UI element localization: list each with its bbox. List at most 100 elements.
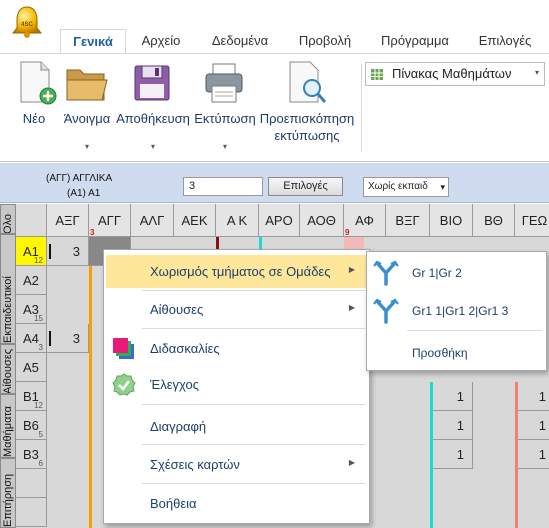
view-combo[interactable]: Πίνακας Μαθημάτων ▾: [365, 62, 545, 86]
open-label: Άνοιγμα: [63, 111, 111, 126]
options-button[interactable]: Επιλογές: [268, 177, 343, 196]
menu-separator: [142, 483, 365, 484]
submenu-arrow-icon: ▶: [348, 458, 355, 467]
ribbon-tab-strip: 4SC Γενικά Αρχείο Δεδομένα Προβολή Πρόγρ…: [0, 0, 549, 54]
lesson-stripe: [89, 266, 92, 528]
lesson-stripe: [430, 382, 433, 528]
column-header[interactable]: ΒΞΓ: [386, 204, 430, 237]
column-header[interactable]: ΒΙΟ: [430, 204, 473, 237]
printer-icon: [205, 63, 243, 103]
tab-view[interactable]: Προβολή: [290, 29, 360, 54]
save-label: Αποθήκευση: [116, 111, 190, 126]
grid-cell[interactable]: 3: [47, 324, 89, 353]
floppy-disk-icon: [134, 65, 170, 101]
submenu-item-add[interactable]: Προσθήκη: [369, 334, 544, 370]
column-header[interactable]: ΑΟΘ: [300, 204, 344, 237]
menu-separator: [142, 328, 365, 329]
split-icon: [373, 260, 399, 286]
options-bar: (ΑΓΓ) ΑΓΓΛΙΚΑ (Α1) Α1 3 Επιλογές Χωρίς ε…: [0, 163, 549, 203]
ribbon-panel: Νέο Άνοιγμα ▾ Αποθήκευση ▾ Εκτύπωση ▾ Πρ…: [0, 54, 549, 162]
side-tab-teachers[interactable]: Εκπαιδευτικοί: [0, 234, 16, 344]
row-header[interactable]: Α3 15: [16, 295, 47, 324]
grid-icon: [371, 69, 383, 80]
side-tab-lessons[interactable]: Μαθήματα: [0, 394, 16, 458]
grid-cell[interactable]: 1: [430, 382, 473, 411]
menu-separator: [142, 290, 365, 291]
submenu-item-three-groups[interactable]: Gr1 1|Gr1 2|Gr1 3: [369, 292, 544, 328]
submenu-item-two-groups[interactable]: Gr 1|Gr 2: [369, 254, 544, 290]
menu-separator: [142, 444, 365, 445]
save-dropdown-arrow[interactable]: ▾: [115, 138, 191, 155]
grid-cell[interactable]: 3: [47, 237, 89, 266]
menu-item-help[interactable]: Βοήθεια: [106, 487, 367, 520]
cell-marker: [49, 331, 51, 346]
tab-options[interactable]: Επιλογές: [468, 29, 542, 54]
column-header[interactable]: ΑΕΚ: [174, 204, 216, 237]
tab-file[interactable]: Αρχείο: [132, 29, 190, 54]
submenu-arrow-icon: ▶: [348, 265, 355, 274]
cell-marker: [49, 244, 51, 259]
open-dropdown-arrow[interactable]: ▾: [60, 138, 114, 155]
print-preview-label-line2: εκτύπωσης: [274, 128, 340, 143]
view-combo-arrow-icon[interactable]: ▾: [535, 68, 539, 77]
grid-cell[interactable]: 1: [515, 440, 549, 469]
column-header[interactable]: ΑΦ 9: [344, 204, 386, 237]
column-header[interactable]: ΓΕΩ: [515, 204, 549, 237]
lesson-class: (Α1) Α1: [67, 188, 101, 199]
row-header[interactable]: Α5: [16, 353, 47, 382]
column-header[interactable]: Α Κ: [216, 204, 259, 237]
svg-text:4SC: 4SC: [21, 22, 33, 28]
grid-cell[interactable]: 1: [515, 411, 549, 440]
row-header[interactable]: Α2: [16, 266, 47, 295]
app-orb-bell-icon[interactable]: 4SC: [9, 4, 45, 40]
side-tab-rooms[interactable]: Αίθουσες: [0, 344, 16, 394]
column-header[interactable]: ΒΘ: [473, 204, 515, 237]
row-header[interactable]: [16, 469, 47, 498]
new-document-icon: [20, 61, 57, 105]
side-tab-supervision[interactable]: Επιτήρηση: [0, 458, 16, 528]
menu-item-teachings[interactable]: Διδασκαλίες: [106, 332, 367, 365]
split-icon: [373, 298, 399, 324]
print-preview-icon: [289, 61, 327, 103]
row-header[interactable]: [16, 498, 47, 527]
print-dropdown-arrow[interactable]: ▾: [193, 138, 257, 155]
menu-separator: [142, 404, 365, 405]
submenu-arrow-icon: ▶: [348, 303, 355, 312]
row-header[interactable]: Α1 12: [16, 237, 47, 266]
teacher-select-value: Χωρίς εκπαιδ: [368, 181, 428, 192]
print-preview-label-line1: Προεπισκόπηση: [259, 111, 355, 126]
menu-item-check[interactable]: Έλεγχος: [106, 368, 367, 401]
menu-item-card-relations[interactable]: Σχέσεις καρτών ▶: [106, 448, 367, 481]
menu-separator: [407, 330, 542, 331]
folder-icon: [66, 69, 108, 101]
print-preview-label: Προεπισκόπηση εκτύπωσης: [258, 110, 356, 144]
grid-cell[interactable]: 1: [430, 440, 473, 469]
teacher-select-arrow-icon: ▾: [440, 182, 445, 192]
view-combo-value: Πίνακας Μαθημάτων: [392, 66, 512, 81]
row-header[interactable]: Β1 12: [16, 382, 47, 411]
lesson-title: (ΑΓΓ) ΑΓΓΛΙΚΑ: [46, 173, 113, 184]
menu-item-rooms[interactable]: Αίθουσες ▶: [106, 293, 367, 326]
menu-item-split-groups[interactable]: Χωρισμός τμήματος σε Ομάδες ▶: [106, 255, 367, 288]
grid-cell[interactable]: 1: [515, 382, 549, 411]
row-header[interactable]: Α4 3: [16, 324, 47, 353]
teacher-select[interactable]: Χωρίς εκπαιδ ▾: [363, 177, 449, 197]
row-header[interactable]: Β6 5: [16, 411, 47, 440]
side-tab-all[interactable]: Όλο: [0, 204, 16, 234]
column-header[interactable]: ΑΛΓ: [131, 204, 174, 237]
ribbon-separator: [361, 64, 362, 152]
grid-corner: [16, 204, 47, 237]
context-menu: Χωρισμός τμήματος σε Ομάδες ▶ Αίθουσες ▶…: [103, 249, 370, 524]
grid-cell[interactable]: 1: [430, 411, 473, 440]
tab-schedule[interactable]: Πρόγραμμα: [372, 29, 458, 54]
row-header[interactable]: Β3 6: [16, 440, 47, 469]
teachings-icon: [113, 338, 134, 359]
tab-data[interactable]: Δεδομένα: [200, 29, 280, 54]
hours-input[interactable]: 3: [183, 177, 263, 196]
column-header[interactable]: ΑΞΓ: [47, 204, 89, 237]
tab-general[interactable]: Γενικά: [60, 29, 126, 54]
lesson-stripe: [515, 382, 518, 528]
column-header[interactable]: ΑΓΓ 3: [89, 204, 131, 237]
column-header[interactable]: ΑΡΟ: [259, 204, 300, 237]
menu-item-delete[interactable]: Διαγραφή: [106, 410, 367, 443]
